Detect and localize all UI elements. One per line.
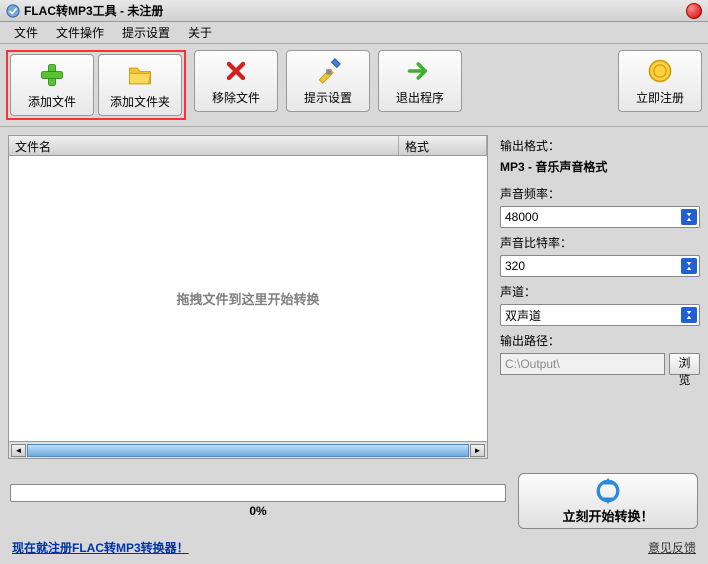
add-file-label: 添加文件 xyxy=(28,93,76,110)
add-folder-icon xyxy=(126,61,154,89)
window-title: FLAC转MP3工具 - 未注册 xyxy=(24,2,163,19)
coin-icon xyxy=(646,57,674,85)
channel-label: 声道： xyxy=(500,283,700,300)
menu-file[interactable]: 文件 xyxy=(6,22,46,43)
exit-label: 退出程序 xyxy=(396,89,444,106)
tipset-button[interactable]: 提示设置 xyxy=(286,50,370,112)
col-filename[interactable]: 文件名 xyxy=(9,136,399,155)
start-convert-button[interactable]: 立刻开始转换！ xyxy=(518,473,698,529)
browse-button[interactable]: 浏览 xyxy=(669,353,700,375)
footer: 现在就注册FLAC转MP3转换器！ 意见反馈 xyxy=(0,535,708,564)
toolbar: 添加文件 添加文件夹 移除文件 提示设置 退出程序 立即注册 xyxy=(0,44,708,127)
freq-select[interactable]: 48000 xyxy=(500,206,700,228)
add-file-button[interactable]: 添加文件 xyxy=(10,54,94,116)
exit-button[interactable]: 退出程序 xyxy=(378,50,462,112)
refresh-icon xyxy=(595,478,621,504)
feedback-link[interactable]: 意见反馈 xyxy=(648,539,696,556)
register-button[interactable]: 立即注册 xyxy=(618,50,702,112)
chevron-down-icon xyxy=(681,258,697,274)
scroll-thumb[interactable] xyxy=(27,444,469,457)
add-folder-label: 添加文件夹 xyxy=(110,93,170,110)
register-label: 立即注册 xyxy=(636,89,684,106)
remove-label: 移除文件 xyxy=(212,89,260,106)
list-placeholder: 拖拽文件到这里开始转换 xyxy=(176,289,319,308)
content: 文件名 格式 拖拽文件到这里开始转换 ◄ ► 输出格式： MP3 - 音乐声音格… xyxy=(0,127,708,467)
outpath-label: 输出路径： xyxy=(500,332,700,349)
menubar: 文件 文件操作 提示设置 关于 xyxy=(0,22,708,44)
toolbar-group-add: 添加文件 添加文件夹 xyxy=(6,50,186,120)
chevron-down-icon xyxy=(681,209,697,225)
channel-select[interactable]: 双声道 xyxy=(500,304,700,326)
col-format[interactable]: 格式 xyxy=(399,136,487,155)
settings-pane: 输出格式： MP3 - 音乐声音格式 声音频率： 48000 声音比特率： 32… xyxy=(500,135,700,459)
freq-label: 声音频率： xyxy=(500,185,700,202)
add-folder-button[interactable]: 添加文件夹 xyxy=(98,54,182,116)
scroll-right-arrow[interactable]: ► xyxy=(470,444,485,457)
progress-bar xyxy=(10,484,506,502)
exit-icon xyxy=(406,57,434,85)
close-button[interactable] xyxy=(686,3,702,19)
outfmt-label: 输出格式： xyxy=(500,137,700,154)
add-file-icon xyxy=(38,61,66,89)
bitrate-label: 声音比特率： xyxy=(500,234,700,251)
chevron-down-icon xyxy=(681,307,697,323)
bitrate-value: 320 xyxy=(505,259,525,273)
remove-button[interactable]: 移除文件 xyxy=(194,50,278,112)
list-body[interactable]: 拖拽文件到这里开始转换 xyxy=(8,155,488,442)
h-scrollbar[interactable]: ◄ ► xyxy=(8,442,488,459)
file-list-pane: 文件名 格式 拖拽文件到这里开始转换 ◄ ► xyxy=(8,135,488,459)
freq-value: 48000 xyxy=(505,210,538,224)
tipset-label: 提示设置 xyxy=(304,89,352,106)
channel-value: 双声道 xyxy=(505,307,541,324)
menu-fileop[interactable]: 文件操作 xyxy=(48,22,112,43)
progress-text: 0% xyxy=(10,504,506,518)
remove-icon xyxy=(222,57,250,85)
register-link[interactable]: 现在就注册FLAC转MP3转换器！ xyxy=(12,539,189,556)
bitrate-select[interactable]: 320 xyxy=(500,255,700,277)
scroll-track[interactable] xyxy=(27,444,469,457)
tools-icon xyxy=(314,57,342,85)
menu-about[interactable]: 关于 xyxy=(180,22,220,43)
start-convert-label: 立刻开始转换！ xyxy=(562,506,653,525)
app-icon xyxy=(6,4,20,18)
outfmt-value: MP3 - 音乐声音格式 xyxy=(500,158,700,175)
bottom-bar: 0% 立刻开始转换！ xyxy=(0,467,708,535)
progress-wrap: 0% xyxy=(10,484,506,518)
list-header: 文件名 格式 xyxy=(8,135,488,155)
titlebar: FLAC转MP3工具 - 未注册 xyxy=(0,0,708,22)
menu-tipset[interactable]: 提示设置 xyxy=(114,22,178,43)
scroll-left-arrow[interactable]: ◄ xyxy=(11,444,26,457)
outpath-row: 浏览 xyxy=(500,353,700,375)
outpath-input[interactable] xyxy=(500,353,665,375)
